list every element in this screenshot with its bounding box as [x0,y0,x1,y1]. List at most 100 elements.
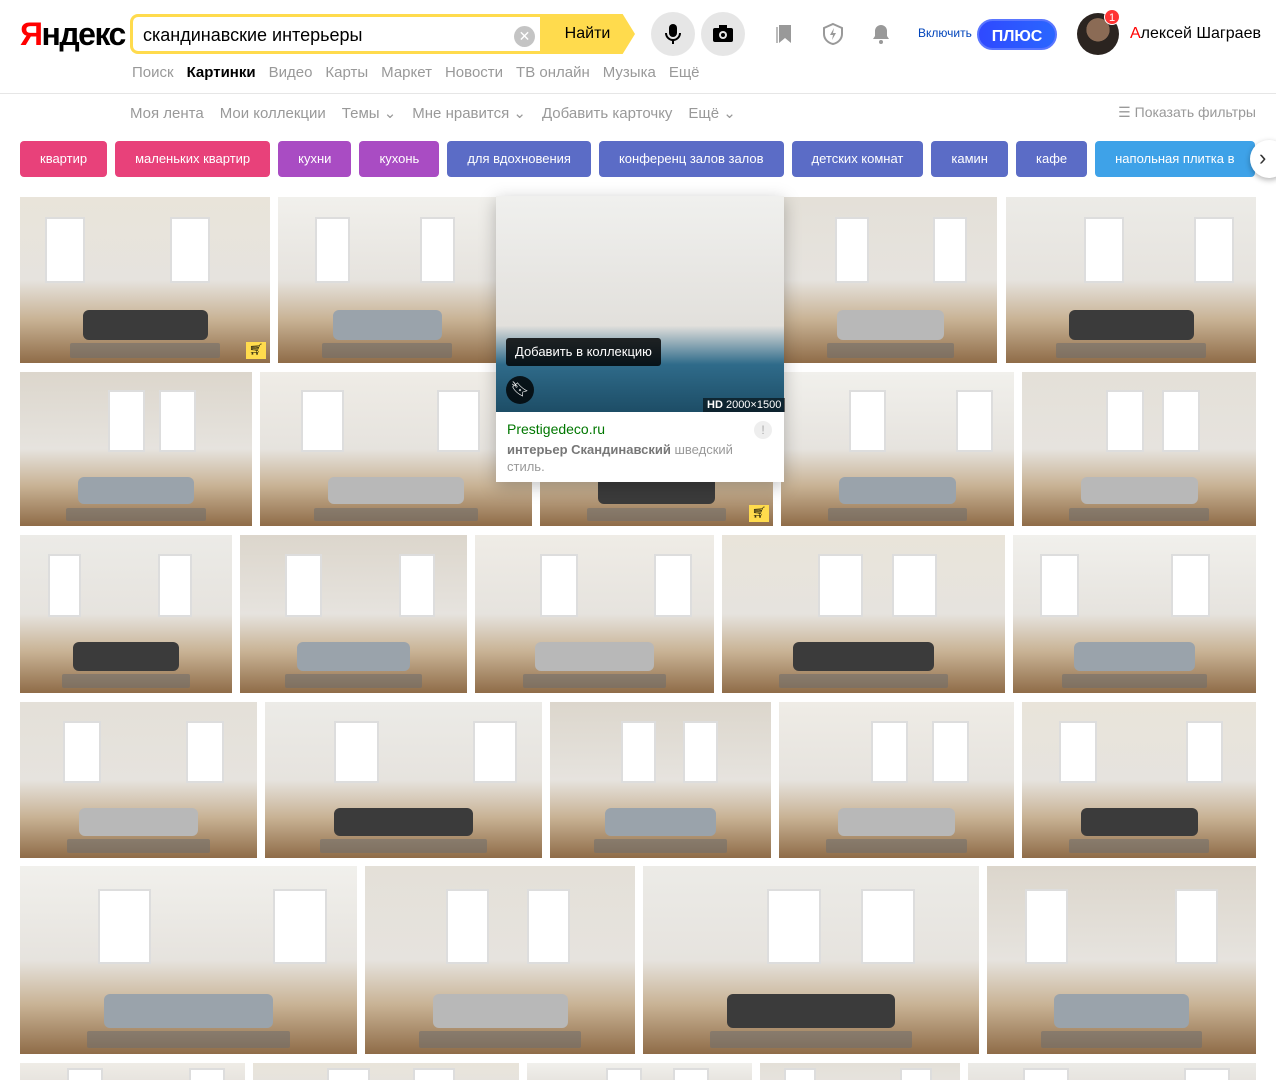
preview-image[interactable] [496,196,784,412]
chip-item[interactable]: для вдохновения [447,141,591,177]
search-input[interactable] [143,23,503,47]
chip-item[interactable]: маленьких квартир [115,141,271,177]
chip-item[interactable]: кухни [278,141,352,177]
plus-enable-link[interactable]: Включить [918,26,972,40]
report-icon[interactable]: ! [754,421,772,439]
image-result[interactable] [265,702,542,858]
image-result[interactable]: 🛒︎ [20,197,270,363]
clear-icon[interactable]: ✕ [514,26,535,47]
service-maps[interactable]: Карты [325,64,368,81]
chip-item[interactable]: детских комнат [791,141,924,177]
window-shape [1185,720,1224,784]
subnav-my-feed[interactable]: Моя лента [130,105,204,122]
chip-item[interactable]: напольная плитка в [1095,141,1255,177]
collections-bookmark-icon[interactable] [773,22,797,46]
image-result[interactable] [779,702,1014,858]
service-market[interactable]: Маркет [381,64,432,81]
sofa-shape [328,476,464,505]
add-to-collection-button[interactable]: 🔖︎ [506,376,534,404]
rug-shape [419,1031,581,1049]
chip-item[interactable]: кухонь [359,141,440,177]
user-name[interactable]: Алексей Шаграев [1130,25,1261,43]
window-shape [900,1067,932,1080]
window-shape [1083,216,1124,284]
voice-search-button[interactable] [651,12,695,56]
image-result[interactable] [365,866,635,1054]
subnav-likes[interactable]: Мне нравится ⌄ [412,105,526,122]
image-result[interactable] [1022,372,1256,526]
image-result[interactable] [550,702,771,858]
image-result[interactable] [20,372,252,526]
service-images[interactable]: Картинки [187,64,256,81]
service-more[interactable]: Ещё [669,64,700,81]
chip-item[interactable]: квартир [20,141,108,177]
image-result[interactable] [968,1063,1256,1080]
window-shape [891,553,938,618]
add-to-collection-tooltip: Добавить в коллекцию [506,338,661,366]
image-result[interactable] [1013,535,1256,693]
rug-shape [710,1031,912,1049]
source-domain-link[interactable]: Prestigedeco.ru [507,421,605,437]
plus-button[interactable]: ПЛЮС [977,19,1057,50]
services-nav: Поиск Картинки Видео Карты Маркет Новости ТВ о… [132,64,713,81]
window-shape [185,720,224,784]
image-result[interactable] [278,197,496,363]
image-result[interactable] [475,535,714,693]
sofa-shape [332,309,442,340]
subnav-topics[interactable]: Темы ⌄ [342,105,397,122]
image-result[interactable] [260,372,532,526]
image-result[interactable] [987,866,1256,1054]
image-result[interactable] [20,702,257,858]
chevron-right-icon: › [1259,145,1267,170]
image-result[interactable] [240,535,467,693]
service-news[interactable]: Новости [445,64,503,81]
rug-shape [87,1031,290,1049]
chip-item[interactable]: камин [931,141,1008,177]
sofa-shape [839,476,956,505]
show-filters-button[interactable]: ☰ Показать фильтры [1118,104,1256,121]
yandex-logo[interactable]: Яндекс [20,14,126,54]
sofa-shape [792,642,935,671]
chip-item[interactable]: кафе [1015,141,1088,177]
rug-shape [70,343,220,359]
image-result[interactable] [1022,702,1256,858]
window-shape [1059,720,1097,784]
chip-item[interactable]: конференц залов залов [598,141,784,177]
image-result[interactable] [527,1063,752,1080]
rug-shape [586,507,727,522]
image-result[interactable] [20,866,357,1054]
shopping-cart-icon[interactable]: 🛒︎ [749,505,769,522]
window-shape [654,553,693,618]
image-result[interactable] [1006,197,1256,363]
window-shape [1184,1067,1231,1080]
window-shape [170,216,210,284]
shield-icon[interactable] [821,22,845,46]
sofa-shape [73,642,179,671]
image-result[interactable] [784,197,997,363]
image-search-button[interactable] [701,12,745,56]
image-result[interactable] [20,535,232,693]
window-shape [818,553,864,618]
window-shape [605,1067,642,1080]
image-result[interactable] [253,1063,519,1080]
bell-icon[interactable] [869,22,893,46]
shopping-cart-icon[interactable]: 🛒︎ [246,342,266,359]
image-result[interactable] [722,535,1005,693]
image-result[interactable] [760,1063,960,1080]
subnav-more[interactable]: Ещё ⌄ [688,105,735,122]
image-result[interactable] [781,372,1014,526]
window-shape [870,720,909,784]
service-music[interactable]: Музыка [603,64,656,81]
subnav-my-collections[interactable]: Мои коллекции [220,105,326,122]
rug-shape [1040,1031,1203,1049]
image-result[interactable] [20,1063,245,1080]
search-button[interactable]: Найти [540,14,635,54]
service-tv[interactable]: ТВ онлайн [516,64,590,81]
sofa-shape [432,993,568,1028]
rug-shape [66,507,206,522]
service-search[interactable]: Поиск [132,64,174,81]
microphone-icon [665,24,681,44]
subnav-add-card[interactable]: Добавить карточку [542,105,672,122]
service-video[interactable]: Видео [269,64,313,81]
image-result[interactable] [643,866,979,1054]
